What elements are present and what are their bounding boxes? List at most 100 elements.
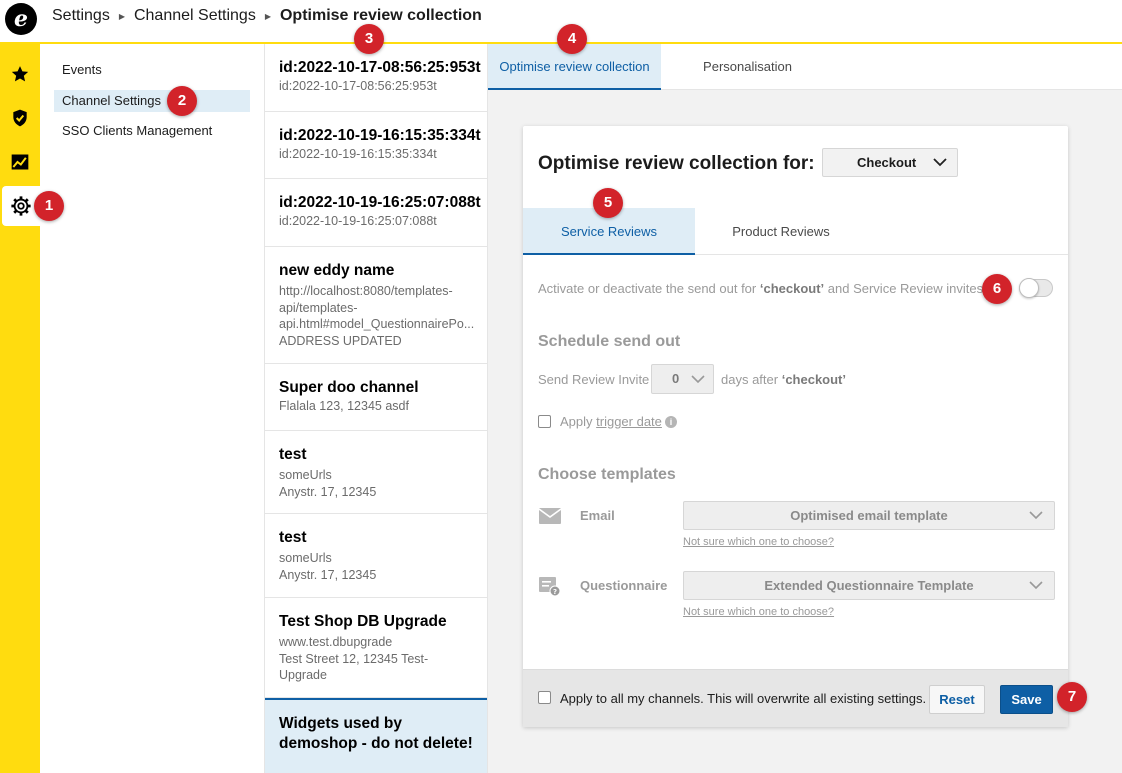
channel-detail: Anystr. 17, 12345 bbox=[279, 484, 377, 499]
channel-detail: Upgrade bbox=[279, 668, 327, 682]
star-icon bbox=[11, 66, 29, 82]
annotation-marker: 5 bbox=[593, 188, 623, 218]
questionnaire-help-link[interactable]: Not sure which one to choose? bbox=[683, 606, 834, 618]
questionnaire-label: Questionnaire bbox=[580, 578, 668, 593]
context-dropdown-value: Checkout bbox=[857, 155, 917, 170]
schedule-heading: Schedule send out bbox=[538, 333, 681, 350]
channel-name: new eddy name bbox=[279, 262, 395, 279]
svg-text:?: ? bbox=[553, 588, 557, 596]
channel-name: Widgets used by demoshop - do not delete… bbox=[279, 715, 473, 752]
channel-item[interactable]: id:2022-10-17-08:56:25:953t id:2022-10-1… bbox=[265, 44, 487, 112]
channel-detail: Flalala 123, 12345 asdf bbox=[279, 399, 409, 413]
channel-item[interactable]: id:2022-10-19-16:15:35:334t id:2022-10-1… bbox=[265, 112, 487, 179]
annotation-marker: 1 bbox=[34, 191, 64, 221]
channel-name: test bbox=[279, 529, 307, 546]
questionnaire-template-dropdown[interactable]: Extended Questionnaire Template bbox=[683, 571, 1055, 600]
templates-heading: Choose templates bbox=[538, 466, 676, 483]
chevron-down-icon bbox=[691, 375, 705, 384]
nav-rail bbox=[0, 44, 40, 773]
channel-detail: Anystr. 17, 12345 bbox=[279, 567, 377, 582]
activate-trigger-name: ‘checkout’ bbox=[759, 281, 825, 296]
channel-detail: id:2022-10-17-08:56:25:953t bbox=[279, 79, 437, 93]
info-icon[interactable]: i bbox=[665, 416, 677, 428]
channel-item[interactable]: new eddy name http://localhost:8080/temp… bbox=[265, 247, 487, 364]
tab-product-reviews[interactable]: Product Reviews bbox=[695, 208, 867, 255]
activation-toggle[interactable] bbox=[1019, 278, 1053, 298]
envelope-icon bbox=[539, 508, 561, 524]
annotation-marker: 6 bbox=[982, 274, 1012, 304]
annotation-marker: 4 bbox=[557, 24, 587, 54]
email-help-link[interactable]: Not sure which one to choose? bbox=[683, 536, 834, 548]
gear-icon bbox=[11, 196, 31, 216]
channel-detail: someUrls bbox=[279, 551, 332, 565]
context-dropdown[interactable]: Checkout bbox=[822, 148, 958, 177]
activate-description: Activate or deactivate the send out for … bbox=[538, 281, 987, 296]
channel-detail: Test Street 12, 12345 Test- bbox=[279, 651, 429, 666]
submenu-item-channel-settings[interactable]: Channel Settings bbox=[54, 90, 250, 112]
annotation-marker: 7 bbox=[1057, 682, 1087, 712]
annotation-marker: 3 bbox=[354, 24, 384, 54]
days-after-trigger: ‘checkout’ bbox=[781, 372, 846, 387]
channel-name: test bbox=[279, 446, 307, 463]
breadcrumb-settings[interactable]: Settings bbox=[52, 7, 110, 25]
rail-analytics[interactable] bbox=[0, 142, 40, 182]
send-invite-label: Send Review Invite bbox=[538, 372, 650, 387]
breadcrumb: Settings ▶ Channel Settings ▶ Optimise r… bbox=[52, 7, 482, 25]
apply-all-label: Apply to all my channels. This will over… bbox=[560, 691, 927, 706]
submenu-item-sso-clients[interactable]: SSO Clients Management bbox=[54, 120, 250, 142]
channel-detail: ADDRESS UPDATED bbox=[279, 333, 402, 348]
channel-name: id:2022-10-19-16:25:07:088t bbox=[279, 194, 481, 211]
questionnaire-template-value: Extended Questionnaire Template bbox=[764, 578, 974, 593]
rail-reviews[interactable] bbox=[0, 54, 40, 94]
reset-button[interactable]: Reset bbox=[929, 685, 985, 714]
channel-name: id:2022-10-17-08:56:25:953t bbox=[279, 59, 481, 76]
breadcrumb-current: Optimise review collection bbox=[279, 7, 482, 24]
channel-item[interactable]: Super doo channel Flalala 123, 12345 asd… bbox=[265, 364, 487, 431]
channel-item-active[interactable]: Widgets used by demoshop - do not delete… bbox=[265, 698, 487, 773]
channel-detail: id:2022-10-19-16:15:35:334t bbox=[279, 147, 437, 161]
activate-text: Activate or deactivate the send out for bbox=[538, 281, 760, 296]
trigger-date-link[interactable]: trigger date bbox=[596, 414, 662, 429]
channel-item[interactable]: id:2022-10-19-16:25:07:088t id:2022-10-1… bbox=[265, 179, 487, 247]
channel-name: Test Shop DB Upgrade bbox=[279, 613, 447, 630]
trusted-shops-logo[interactable]: e bbox=[5, 3, 37, 35]
channel-item[interactable]: test someUrls Anystr. 17, 12345 bbox=[265, 431, 487, 514]
breadcrumb-separator-icon: ▶ bbox=[264, 11, 271, 21]
apply-all-checkbox[interactable] bbox=[538, 691, 551, 704]
days-dropdown-value: 0 bbox=[672, 371, 680, 386]
channel-detail: api.html#model_QuestionnairePo... bbox=[279, 317, 475, 331]
email-template-value: Optimised email template bbox=[790, 508, 948, 523]
trigger-date-label: Apply trigger date bbox=[560, 414, 662, 429]
channel-detail: id:2022-10-19-16:25:07:088t bbox=[279, 214, 437, 228]
channel-detail: http://localhost:8080/templates- bbox=[279, 284, 453, 298]
settings-submenu: Events Channel Settings SSO Clients Mana… bbox=[40, 44, 264, 773]
save-button[interactable]: Save bbox=[1000, 685, 1053, 714]
days-dropdown[interactable]: 0 bbox=[651, 364, 714, 394]
trigger-date-checkbox[interactable] bbox=[538, 415, 551, 428]
activate-text-end: and Service Review invites. bbox=[824, 281, 987, 296]
toggle-knob bbox=[1019, 278, 1039, 298]
annotation-marker: 2 bbox=[167, 86, 197, 116]
card-footer: Apply to all my channels. This will over… bbox=[523, 669, 1068, 727]
tab-personalisation[interactable]: Personalisation bbox=[661, 44, 834, 90]
chevron-down-icon bbox=[1029, 581, 1043, 590]
channel-list: id:2022-10-17-08:56:25:953t id:2022-10-1… bbox=[264, 44, 488, 773]
submenu-item-events[interactable]: Events bbox=[54, 59, 250, 81]
questionnaire-icon: ? bbox=[539, 577, 561, 597]
breadcrumb-channel-settings[interactable]: Channel Settings bbox=[134, 7, 256, 25]
email-template-dropdown[interactable]: Optimised email template bbox=[683, 501, 1055, 530]
channel-detail: www.test.dbupgrade bbox=[279, 635, 393, 649]
rail-shield[interactable] bbox=[0, 98, 40, 138]
channel-detail: api/templates- bbox=[279, 300, 358, 315]
shield-check-icon bbox=[13, 109, 27, 127]
channel-detail: someUrls bbox=[279, 468, 332, 482]
chevron-down-icon bbox=[1029, 511, 1043, 520]
chart-icon bbox=[11, 154, 29, 170]
card-title: Optimise review collection for: bbox=[538, 153, 815, 174]
email-label: Email bbox=[580, 508, 615, 523]
days-after-label: days after ‘checkout’ bbox=[721, 372, 846, 387]
channel-item[interactable]: test someUrls Anystr. 17, 12345 bbox=[265, 514, 487, 598]
main-panel: Optimise review collection Personalisati… bbox=[488, 44, 1122, 773]
channel-name: id:2022-10-19-16:15:35:334t bbox=[279, 127, 481, 144]
channel-item[interactable]: Test Shop DB Upgrade www.test.dbupgrade … bbox=[265, 598, 487, 698]
